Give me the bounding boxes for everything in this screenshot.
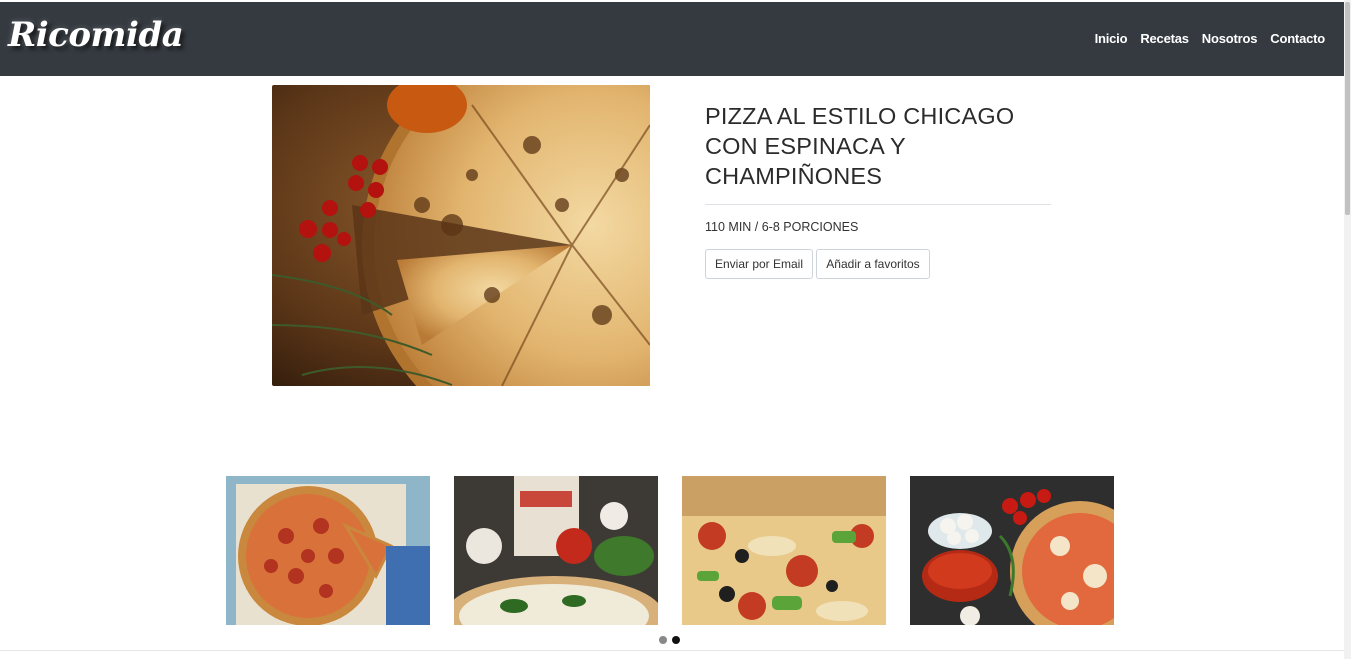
carousel-thumbnail-4[interactable] [910, 476, 1114, 625]
nav-link-recetas[interactable]: Recetas [1140, 31, 1189, 46]
send-email-button[interactable]: Enviar por Email [705, 249, 813, 279]
carousel-thumbnail-1[interactable] [226, 476, 430, 625]
scrollbar-thumb[interactable] [1345, 2, 1350, 215]
title-divider [705, 204, 1051, 205]
carousel-thumbnail-2[interactable] [454, 476, 658, 625]
navbar: Ricomida Inicio Recetas Nosotros Contact… [0, 2, 1344, 76]
carousel-indicator-1[interactable] [659, 636, 667, 644]
page-scrollbar[interactable] [1344, 0, 1351, 659]
bottom-divider [0, 650, 1344, 651]
recipe-hero-image [272, 85, 650, 386]
nav-link-inicio[interactable]: Inicio [1095, 31, 1128, 46]
nav-link-contacto[interactable]: Contacto [1270, 31, 1325, 46]
carousel-indicator-2[interactable] [672, 636, 680, 644]
carousel-thumbnail-3[interactable] [682, 476, 886, 625]
nav-link-nosotros[interactable]: Nosotros [1202, 31, 1258, 46]
nav-links: Inicio Recetas Nosotros Contacto [1082, 31, 1326, 46]
recipe-title: PIZZA AL ESTILO CHICAGO CON ESPINACA Y C… [705, 103, 1015, 189]
add-favorites-button[interactable]: Añadir a favoritos [816, 249, 930, 279]
recipe-meta: 110 MIN / 6-8 PORCIONES [705, 220, 859, 234]
brand-logo[interactable]: Ricomida [8, 15, 184, 55]
